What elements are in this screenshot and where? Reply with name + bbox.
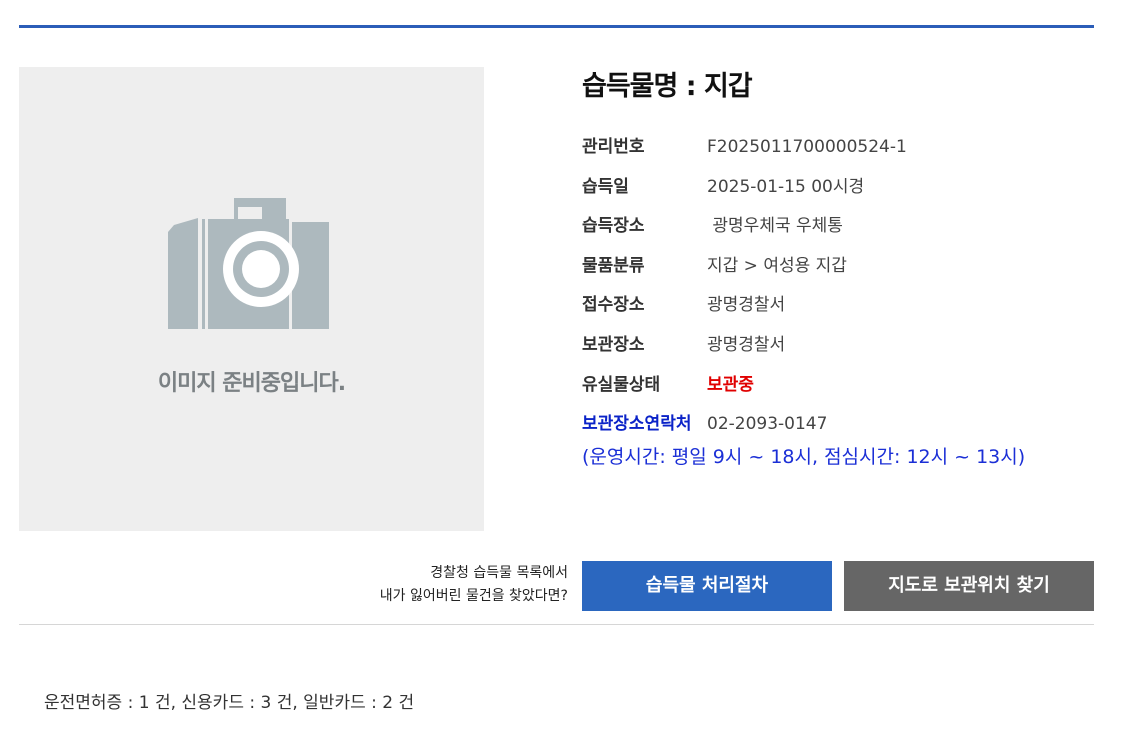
item-count-summary: 운전면허증 : 1 건, 신용카드 : 3 건, 일반카드 : 2 건 [44,693,415,713]
contact-phone: 02-2093-0147 [707,414,828,435]
field-label: 보관장소연락처 [582,414,692,435]
item-photo-placeholder: 이미지 준비중입니다. [19,67,484,531]
image-preparing-text: 이미지 준비중입니다. [157,371,346,396]
bottom-divider [19,624,1094,625]
field-label: 습득일 [582,176,629,197]
field-value: 광명경찰서 [707,295,786,316]
field-found-date: 습득일 2025-01-15 00시경 [582,173,1102,213]
field-label: 관리번호 [582,137,645,157]
field-value: 광명우체국 우체통 [707,216,843,237]
field-storage-office: 보관장소 광명경찰서 [582,331,1102,371]
field-label: 접수장소 [582,295,645,316]
cta-note: 경찰청 습득물 목록에서 내가 잃어버린 물건을 찾았다면? [380,562,568,608]
field-value: 2025-01-15 00시경 [707,176,865,197]
field-value: 광명경찰서 [707,334,786,355]
field-status: 유실물상태 보관중 [582,371,1102,411]
lost-item-procedure-button[interactable]: 습득물 처리절차 [582,561,832,611]
item-info-list: 관리번호 F2025011700000524-1 습득일 2025-01-15 00… [582,133,1102,469]
field-value: 지갑 > 여성용 지갑 [707,255,847,276]
field-management-number: 관리번호 F2025011700000524-1 [582,133,1102,173]
cta-note-line: 내가 잃어버린 물건을 찾았다면? [379,588,568,604]
field-label: 보관장소 [582,334,645,355]
field-receiving-office: 접수장소 광명경찰서 [582,291,1102,331]
field-category: 물품분류 지갑 > 여성용 지갑 [582,252,1102,292]
field-label: 유실물상태 [582,374,661,395]
status-badge: 보관중 [707,374,754,395]
item-title: 습득물명 : 지갑 [582,71,753,102]
field-found-place: 습득장소 광명우체국 우체통 [582,212,1102,252]
top-divider [19,25,1094,28]
field-label: 물품분류 [582,255,645,276]
field-value: F2025011700000524-1 [707,137,907,157]
camera-icon [168,198,329,329]
field-label: 습득장소 [582,216,645,237]
operating-hours: (운영시간: 평일 9시 ~ 18시, 점심시간: 12시 ~ 13시) [582,445,1026,468]
cta-note-line: 경찰청 습득물 목록에서 [430,565,568,581]
find-storage-on-map-button[interactable]: 지도로 보관위치 찾기 [844,561,1094,611]
